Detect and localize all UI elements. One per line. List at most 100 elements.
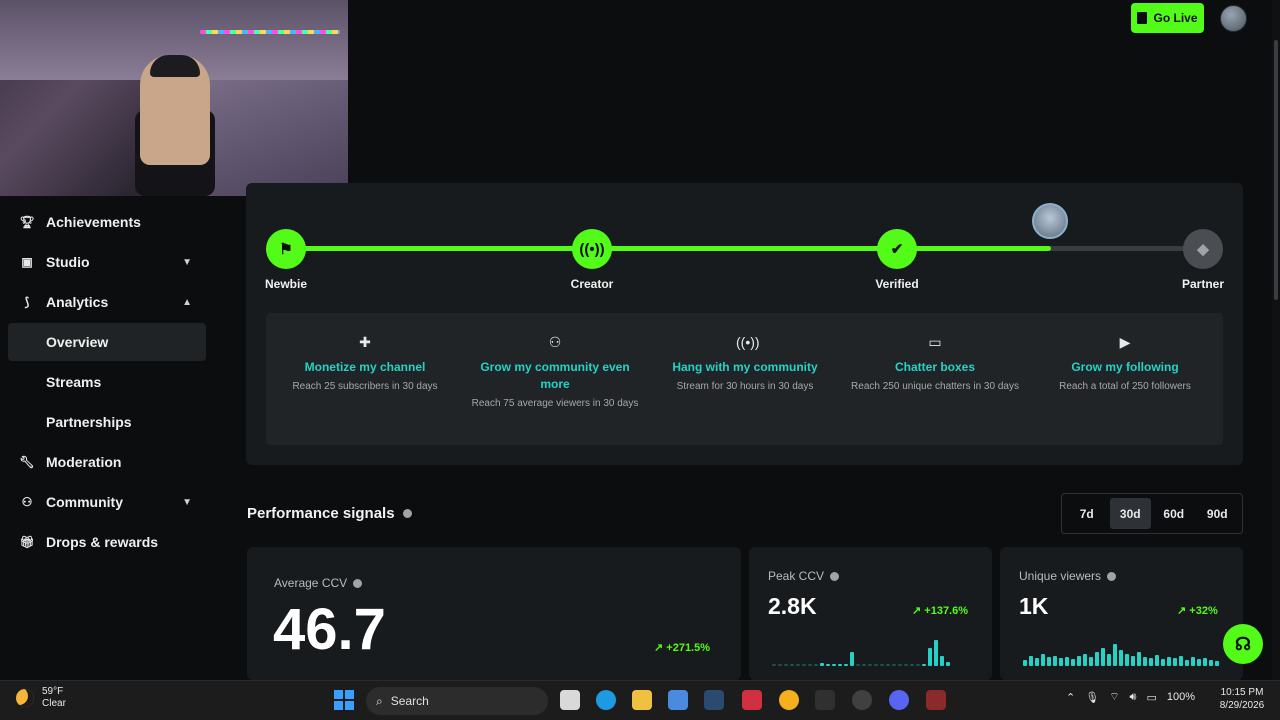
milestone-label: Creator bbox=[570, 277, 614, 291]
info-icon[interactable] bbox=[830, 571, 840, 581]
info-icon[interactable] bbox=[1107, 571, 1117, 581]
range-60d[interactable]: 60d bbox=[1153, 498, 1195, 529]
goal-title: Grow my community even more bbox=[480, 360, 630, 391]
sidebar-item-analytics[interactable]: ⟆ Analytics ▲ bbox=[8, 284, 206, 320]
goal-description: Reach a total of 250 followers bbox=[1059, 381, 1191, 392]
date-range-selector: 7d 30d 60d 90d bbox=[1061, 493, 1243, 534]
obs-icon[interactable] bbox=[852, 690, 872, 710]
system-tray: ⌃ 🎙︎ ⌔ 🔊︎ ▭ 100% bbox=[1066, 690, 1195, 704]
sidebar-item-label: Drops & rewards bbox=[46, 534, 159, 550]
gift-icon: 🎁︎ bbox=[19, 535, 35, 549]
metric-label: Unique viewers bbox=[1019, 569, 1117, 583]
chat-icon: ▭ bbox=[928, 334, 942, 350]
sidebar-item-label: Achievements bbox=[46, 214, 141, 230]
edge-icon[interactable] bbox=[596, 690, 616, 710]
go-live-label: Go Live bbox=[1153, 11, 1198, 25]
steam-icon[interactable] bbox=[704, 690, 724, 710]
sidebar-item-moderation[interactable]: 🔧︎ Moderation bbox=[8, 444, 206, 480]
range-90d[interactable]: 90d bbox=[1197, 498, 1239, 529]
metric-delta: ↗ +271.5% bbox=[654, 642, 711, 654]
sidebar-item-partnerships[interactable]: Partnerships bbox=[8, 403, 206, 441]
milestone-newbie[interactable]: ⚑ bbox=[266, 229, 306, 269]
milestone-label: Partner bbox=[1181, 277, 1225, 291]
battery-icon[interactable]: ▭ bbox=[1146, 691, 1156, 704]
metric-label: Average CCV bbox=[274, 576, 363, 590]
sidebar: 🏆︎ Achievements ▣ Studio ▼ ⟆ Analytics ▲… bbox=[0, 196, 228, 680]
clock-date: 8/29/2026 bbox=[1219, 700, 1265, 711]
user-avatar[interactable] bbox=[1220, 5, 1247, 32]
moon-icon bbox=[16, 689, 34, 707]
goal-title: Grow my following bbox=[1071, 360, 1179, 374]
sidebar-item-label: Studio bbox=[46, 254, 90, 270]
app-icon[interactable] bbox=[926, 690, 946, 710]
sidebar-item-achievements[interactable]: 🏆︎ Achievements bbox=[8, 204, 206, 240]
peak-ccv-sparkline bbox=[772, 632, 950, 666]
battery-level: 100% bbox=[1166, 691, 1196, 703]
studio-icon: ▣ bbox=[21, 255, 33, 269]
info-icon[interactable] bbox=[402, 509, 412, 518]
taskbar-search[interactable]: ⌕ Search bbox=[366, 687, 548, 715]
metric-label: Peak CCV bbox=[768, 569, 840, 583]
sidebar-item-community[interactable]: ⚇ Community ▼ bbox=[8, 484, 206, 520]
puzzle-icon: ✚ bbox=[359, 334, 371, 350]
flag-icon: ⚑ bbox=[279, 241, 293, 258]
store-icon[interactable] bbox=[668, 690, 688, 710]
goal-item[interactable]: ⚇ Grow my community even more Reach 75 a… bbox=[465, 333, 645, 410]
milestone-creator[interactable]: ((•)) bbox=[572, 229, 612, 269]
wifi-icon[interactable]: ⌔ bbox=[1109, 690, 1119, 704]
speaker-icon[interactable]: 🔊︎ bbox=[1130, 691, 1137, 704]
microphone-icon[interactable]: 🎙︎ bbox=[1085, 691, 1099, 704]
goal-item[interactable]: ((•)) Hang with my community Stream for … bbox=[655, 333, 835, 393]
goal-description: Reach 25 subscribers in 30 days bbox=[292, 381, 438, 392]
kick-logo-icon bbox=[1137, 12, 1148, 24]
goal-item[interactable]: ▭ Chatter boxes Reach 250 unique chatter… bbox=[845, 333, 1025, 393]
check-icon: ✔ bbox=[890, 241, 904, 258]
broadcast-icon: ((•)) bbox=[736, 334, 760, 350]
scrollbar-thumb[interactable] bbox=[1274, 40, 1278, 300]
milestone-partner[interactable]: ◆ bbox=[1183, 229, 1223, 269]
sidebar-item-studio[interactable]: ▣ Studio ▼ bbox=[8, 244, 206, 280]
community-icon: ⚇ bbox=[21, 495, 33, 509]
sidebar-item-label: Moderation bbox=[46, 454, 122, 470]
sidebar-item-drops-rewards[interactable]: 🎁︎ Drops & rewards bbox=[8, 524, 206, 560]
webcam-overlay bbox=[0, 0, 348, 196]
sidebar-item-label: Analytics bbox=[46, 294, 109, 310]
metric-value: 1K bbox=[1019, 593, 1049, 619]
task-view-icon[interactable] bbox=[560, 690, 580, 710]
app-icon[interactable] bbox=[815, 690, 835, 710]
search-label: Search bbox=[390, 694, 429, 708]
chevron-up-icon[interactable]: ⌃ bbox=[1066, 691, 1075, 704]
goal-description: Reach 250 unique chatters in 30 days bbox=[851, 381, 1019, 392]
goal-item[interactable]: ▶ Grow my following Reach a total of 250… bbox=[1035, 333, 1215, 393]
people-icon: ⚇ bbox=[548, 334, 562, 350]
goal-description: Stream for 30 hours in 30 days bbox=[676, 381, 814, 392]
chrome-icon[interactable] bbox=[779, 690, 799, 710]
chevron-up-icon: ▲ bbox=[182, 296, 192, 308]
sidebar-item-overview[interactable]: Overview bbox=[8, 323, 206, 361]
trend-up-icon: ↗ bbox=[912, 605, 922, 617]
range-7d[interactable]: 7d bbox=[1066, 498, 1108, 529]
weather-widget[interactable]: 59°F Clear bbox=[16, 686, 66, 710]
app-icon[interactable] bbox=[742, 690, 762, 710]
range-30d[interactable]: 30d bbox=[1109, 498, 1151, 529]
progress-fill bbox=[286, 246, 1051, 251]
file-explorer-icon[interactable] bbox=[632, 690, 652, 710]
metric-delta: ↗ +32% bbox=[1177, 605, 1218, 617]
trend-up-icon: ↗ bbox=[654, 642, 664, 654]
discord-icon[interactable] bbox=[889, 690, 909, 710]
goal-description: Reach 75 average viewers in 30 days bbox=[471, 398, 639, 409]
taskbar-clock[interactable]: 10:15 PM 8/29/2026 bbox=[1210, 686, 1274, 712]
go-live-button[interactable]: Go Live bbox=[1131, 3, 1204, 33]
metric-value: 46.7 bbox=[273, 597, 386, 662]
milestone-verified[interactable]: ✔ bbox=[877, 229, 917, 269]
goal-item[interactable]: ✚ Monetize my channel Reach 25 subscribe… bbox=[275, 333, 455, 393]
search-icon: ⌕ bbox=[376, 693, 383, 708]
support-chat-button[interactable]: ☊ bbox=[1223, 624, 1263, 664]
section-title: Performance signals bbox=[247, 505, 395, 522]
sidebar-item-streams[interactable]: Streams bbox=[8, 363, 206, 401]
windows-start-icon[interactable] bbox=[334, 690, 354, 710]
milestone-label: Verified bbox=[875, 277, 919, 291]
partner-icon: ◆ bbox=[1197, 241, 1209, 258]
info-icon[interactable] bbox=[353, 578, 363, 588]
clock-time: 10:15 PM bbox=[1220, 687, 1264, 698]
